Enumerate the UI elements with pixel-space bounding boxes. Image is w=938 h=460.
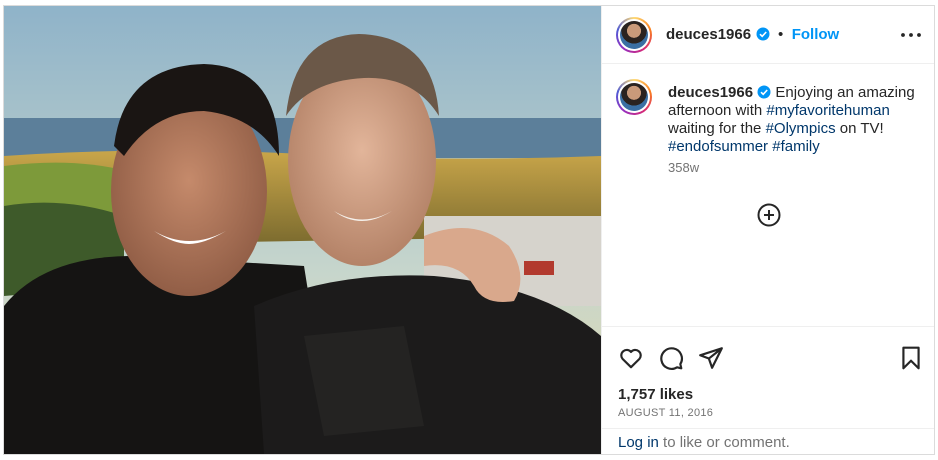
- post-side-panel: deuces1966 • Follow deuces1966 Enjoying …: [601, 6, 934, 454]
- verified-badge-icon: [756, 27, 770, 41]
- post-actions: 1,757 likes AUGUST 11, 2016 Log in to li…: [602, 326, 934, 451]
- login-prompt: Log in to like or comment.: [602, 428, 934, 452]
- hashtag-link[interactable]: #endofsummer: [668, 138, 768, 155]
- verified-badge-icon: [757, 85, 771, 99]
- caption-text: on TV!: [835, 120, 884, 137]
- follow-button[interactable]: Follow: [792, 26, 840, 43]
- header-meta: deuces1966 • Follow: [666, 26, 839, 44]
- bookmark-icon[interactable]: [898, 345, 924, 371]
- hashtag-link[interactable]: #family: [772, 138, 820, 155]
- caption-time[interactable]: 358w: [668, 160, 699, 175]
- author-username[interactable]: deuces1966: [666, 26, 751, 43]
- post-photo[interactable]: [4, 6, 601, 454]
- caption-text: waiting for the: [668, 120, 766, 137]
- login-suffix: to like or comment.: [658, 434, 790, 451]
- hashtag-link[interactable]: #Olympics: [766, 120, 836, 137]
- comment-icon[interactable]: [658, 345, 684, 371]
- hashtag-link[interactable]: #myfavoritehuman: [766, 102, 889, 119]
- author-avatar[interactable]: [616, 17, 652, 53]
- post-date[interactable]: AUGUST 11, 2016: [618, 407, 713, 419]
- plus-circle-icon[interactable]: [756, 202, 782, 228]
- paper-plane-icon[interactable]: [698, 345, 724, 371]
- caption-username[interactable]: deuces1966: [668, 84, 753, 101]
- photo-illustration: [4, 6, 601, 454]
- heart-icon[interactable]: [618, 345, 644, 371]
- caption: deuces1966 Enjoying an amazing afternoon…: [668, 84, 918, 156]
- post-header: deuces1966 • Follow: [602, 6, 934, 64]
- login-link[interactable]: Log in: [618, 434, 659, 451]
- login-text: Log in to like or comment.: [618, 434, 790, 451]
- header-separator: •: [777, 26, 784, 43]
- likes-count[interactable]: 1,757 likes: [618, 386, 693, 403]
- caption-avatar[interactable]: [616, 79, 652, 115]
- more-options-icon[interactable]: [898, 22, 924, 48]
- post-card: deuces1966 • Follow deuces1966 Enjoying …: [3, 5, 935, 455]
